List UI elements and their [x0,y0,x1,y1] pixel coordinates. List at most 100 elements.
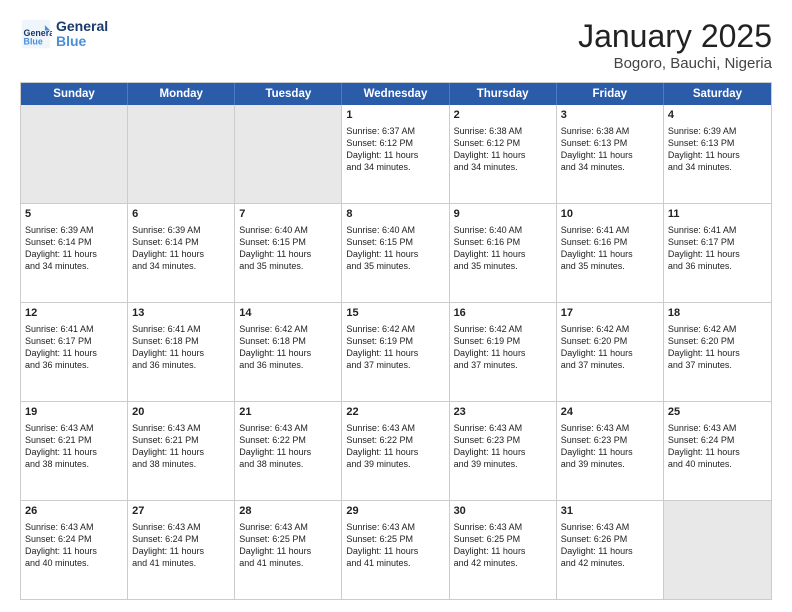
day-number: 9 [454,207,552,222]
calendar-cell: 19 Sunrise: 6:43 AM Sunset: 6:21 PM Dayli… [21,402,128,500]
cell-info: Sunrise: 6:37 AM Sunset: 6:12 PM Dayligh… [346,125,444,174]
calendar: SundayMondayTuesdayWednesdayThursdayFrid… [20,82,772,600]
cell-info: Sunrise: 6:39 AM Sunset: 6:14 PM Dayligh… [132,224,230,273]
svg-text:Blue: Blue [24,37,43,47]
day-number: 16 [454,306,552,321]
header: General Blue General Blue January 2025 B… [20,18,772,72]
day-number: 17 [561,306,659,321]
cell-info: Sunrise: 6:43 AM Sunset: 6:23 PM Dayligh… [454,422,552,471]
day-number: 23 [454,405,552,420]
day-number: 20 [132,405,230,420]
calendar-cell: 26Sunrise: 6:43 AM Sunset: 6:24 PM Dayli… [21,501,128,599]
cell-info: Sunrise: 6:42 AM Sunset: 6:19 PM Dayligh… [346,323,444,372]
calendar-header: SundayMondayTuesdayWednesdayThursdayFrid… [21,83,771,105]
logo-general: General [56,19,108,34]
calendar-cell: 11 Sunrise: 6:41 AM Sunset: 6:17 PM Dayli… [664,204,771,302]
day-number: 15 [346,306,444,321]
calendar-cell: 18 Sunrise: 6:42 AM Sunset: 6:20 PM Dayli… [664,303,771,401]
day-number: 10 [561,207,659,222]
page-title: January 2025 [578,18,772,55]
weekday-header: Thursday [450,83,557,105]
calendar-cell: 28 Sunrise: 6:43 AM Sunset: 6:25 PM Dayli… [235,501,342,599]
cell-info: Sunrise: 6:43 AM Sunset: 6:21 PM Dayligh… [132,422,230,471]
cell-info: Sunrise: 6:39 AM Sunset: 6:14 PM Dayligh… [25,224,123,273]
cell-info: Sunrise: 6:43 AM Sunset: 6:25 PM Dayligh… [239,521,337,570]
day-number: 28 [239,504,337,519]
cell-info: Sunrise: 6:40 AM Sunset: 6:15 PM Dayligh… [346,224,444,273]
cell-info: Sunrise: 6:43 AM Sunset: 6:22 PM Dayligh… [239,422,337,471]
cell-info: Sunrise: 6:38 AM Sunset: 6:12 PM Dayligh… [454,125,552,174]
calendar-cell: 13Sunrise: 6:41 AM Sunset: 6:18 PM Dayli… [128,303,235,401]
cell-info: Sunrise: 6:41 AM Sunset: 6:17 PM Dayligh… [25,323,123,372]
calendar-cell: 2 Sunrise: 6:38 AM Sunset: 6:12 PM Daylig… [450,105,557,203]
day-number: 5 [25,207,123,222]
cell-info: Sunrise: 6:43 AM Sunset: 6:24 PM Dayligh… [132,521,230,570]
calendar-row: 1Sunrise: 6:37 AM Sunset: 6:12 PM Daylig… [21,105,771,204]
calendar-cell: 29 Sunrise: 6:43 AM Sunset: 6:25 PM Dayli… [342,501,449,599]
calendar-cell: 7 Sunrise: 6:40 AM Sunset: 6:15 PM Daylig… [235,204,342,302]
calendar-cell: 22 Sunrise: 6:43 AM Sunset: 6:22 PM Dayli… [342,402,449,500]
cell-info: Sunrise: 6:43 AM Sunset: 6:24 PM Dayligh… [668,422,767,471]
day-number: 19 [25,405,123,420]
day-number: 7 [239,207,337,222]
day-number: 29 [346,504,444,519]
calendar-cell: 8 Sunrise: 6:40 AM Sunset: 6:15 PM Daylig… [342,204,449,302]
calendar-cell: 10Sunrise: 6:41 AM Sunset: 6:16 PM Dayli… [557,204,664,302]
cell-info: Sunrise: 6:43 AM Sunset: 6:25 PM Dayligh… [346,521,444,570]
calendar-cell: 15 Sunrise: 6:42 AM Sunset: 6:19 PM Dayli… [342,303,449,401]
cell-info: Sunrise: 6:43 AM Sunset: 6:21 PM Dayligh… [25,422,123,471]
cell-info: Sunrise: 6:39 AM Sunset: 6:13 PM Dayligh… [668,125,767,174]
calendar-cell: 25Sunrise: 6:43 AM Sunset: 6:24 PM Dayli… [664,402,771,500]
weekday-header: Saturday [664,83,771,105]
cell-info: Sunrise: 6:42 AM Sunset: 6:19 PM Dayligh… [454,323,552,372]
calendar-cell: 17 Sunrise: 6:42 AM Sunset: 6:20 PM Dayli… [557,303,664,401]
day-number: 18 [668,306,767,321]
logo-blue: Blue [56,34,108,49]
calendar-row: 26Sunrise: 6:43 AM Sunset: 6:24 PM Dayli… [21,501,771,599]
calendar-cell: 9 Sunrise: 6:40 AM Sunset: 6:16 PM Daylig… [450,204,557,302]
cell-info: Sunrise: 6:42 AM Sunset: 6:20 PM Dayligh… [561,323,659,372]
day-number: 2 [454,108,552,123]
calendar-cell [664,501,771,599]
logo: General Blue General Blue [20,18,108,50]
day-number: 12 [25,306,123,321]
calendar-cell: 31Sunrise: 6:43 AM Sunset: 6:26 PM Dayli… [557,501,664,599]
weekday-header: Monday [128,83,235,105]
weekday-header: Tuesday [235,83,342,105]
calendar-cell: 20 Sunrise: 6:43 AM Sunset: 6:21 PM Dayli… [128,402,235,500]
cell-info: Sunrise: 6:40 AM Sunset: 6:16 PM Dayligh… [454,224,552,273]
calendar-cell: 12 Sunrise: 6:41 AM Sunset: 6:17 PM Dayli… [21,303,128,401]
day-number: 6 [132,207,230,222]
title-block: January 2025 Bogoro, Bauchi, Nigeria [578,18,772,72]
day-number: 24 [561,405,659,420]
cell-info: Sunrise: 6:43 AM Sunset: 6:22 PM Dayligh… [346,422,444,471]
cell-info: Sunrise: 6:42 AM Sunset: 6:18 PM Dayligh… [239,323,337,372]
page: General Blue General Blue January 2025 B… [0,0,792,612]
day-number: 22 [346,405,444,420]
day-number: 13 [132,306,230,321]
calendar-cell: 24 Sunrise: 6:43 AM Sunset: 6:23 PM Dayli… [557,402,664,500]
cell-info: Sunrise: 6:40 AM Sunset: 6:15 PM Dayligh… [239,224,337,273]
day-number: 31 [561,504,659,519]
cell-info: Sunrise: 6:43 AM Sunset: 6:23 PM Dayligh… [561,422,659,471]
day-number: 27 [132,504,230,519]
logo-icon: General Blue [20,18,52,50]
calendar-cell: 5 Sunrise: 6:39 AM Sunset: 6:14 PM Daylig… [21,204,128,302]
day-number: 3 [561,108,659,123]
cell-info: Sunrise: 6:38 AM Sunset: 6:13 PM Dayligh… [561,125,659,174]
weekday-header: Wednesday [342,83,449,105]
calendar-cell: 23 Sunrise: 6:43 AM Sunset: 6:23 PM Dayli… [450,402,557,500]
cell-info: Sunrise: 6:42 AM Sunset: 6:20 PM Dayligh… [668,323,767,372]
day-number: 8 [346,207,444,222]
calendar-cell: 3 Sunrise: 6:38 AM Sunset: 6:13 PM Daylig… [557,105,664,203]
day-number: 21 [239,405,337,420]
day-number: 14 [239,306,337,321]
calendar-row: 5 Sunrise: 6:39 AM Sunset: 6:14 PM Daylig… [21,204,771,303]
weekday-header: Sunday [21,83,128,105]
calendar-cell: 16 Sunrise: 6:42 AM Sunset: 6:19 PM Dayli… [450,303,557,401]
calendar-cell [21,105,128,203]
day-number: 11 [668,207,767,222]
cell-info: Sunrise: 6:41 AM Sunset: 6:17 PM Dayligh… [668,224,767,273]
calendar-cell: 6 Sunrise: 6:39 AM Sunset: 6:14 PM Daylig… [128,204,235,302]
calendar-cell [235,105,342,203]
